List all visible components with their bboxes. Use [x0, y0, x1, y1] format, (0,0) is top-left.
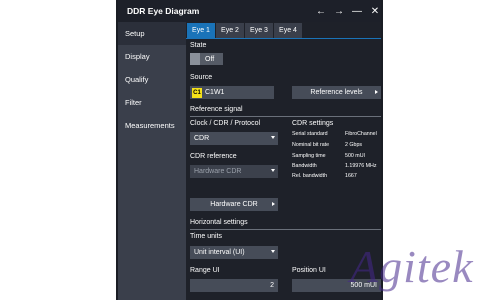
horizontal-settings-heading: Horizontal settings	[190, 219, 248, 226]
hardware-cdr-button[interactable]: Hardware CDR	[190, 198, 278, 211]
range-ui-label: Range UI	[190, 267, 220, 274]
sidebar-item-qualify[interactable]: Qualify	[118, 68, 186, 91]
cdr-reference-value: Hardware CDR	[194, 168, 242, 175]
time-units-value: Unit interval (UI)	[194, 249, 245, 256]
source-select[interactable]: C1 C1W1	[190, 86, 274, 99]
sidebar-item-filter[interactable]: Filter	[118, 91, 186, 114]
divider	[190, 116, 381, 117]
clock-value: CDR	[194, 135, 210, 142]
ddr-eye-diagram-dialog: DDR Eye Diagram ← → — ✕ Setup Display Qu…	[116, 0, 383, 300]
cdr-key: Serial standard	[292, 131, 328, 137]
cdr-value: 500 mUI	[345, 153, 366, 159]
clock-label: Clock / CDR / Protocol	[190, 120, 261, 127]
channel-chip: C1	[192, 87, 202, 98]
state-label: State	[190, 42, 207, 49]
chevron-down-icon	[271, 169, 275, 172]
eye-tabs: Eye 1 Eye 2 Eye 3 Eye 4	[187, 23, 381, 38]
cdr-value: 1667	[345, 173, 357, 179]
forward-arrow-icon[interactable]: →	[331, 3, 347, 19]
minimize-icon[interactable]: —	[349, 3, 365, 19]
sidebar-item-label: Measurements	[125, 121, 175, 130]
sidebar-item-label: Filter	[125, 98, 142, 107]
toggle-knob	[190, 53, 200, 65]
clock-select[interactable]: CDR	[190, 132, 278, 145]
sidebar: Setup Display Qualify Filter Measurement…	[118, 22, 186, 300]
cdr-reference-label: CDR reference	[190, 153, 237, 160]
source-value: C1W1	[205, 89, 225, 96]
sidebar-item-setup[interactable]: Setup	[118, 22, 186, 45]
sidebar-item-measurements[interactable]: Measurements	[118, 114, 186, 137]
sidebar-item-label: Qualify	[125, 75, 149, 84]
tab-eye-3[interactable]: Eye 3	[245, 23, 273, 38]
time-units-label: Time units	[190, 233, 223, 240]
reference-levels-label: Reference levels	[310, 89, 363, 96]
state-toggle[interactable]: Off	[190, 53, 223, 65]
tab-eye-2[interactable]: Eye 2	[216, 23, 244, 38]
cdr-key: Bandwidth	[292, 163, 317, 169]
agitek-watermark: Agitek	[350, 241, 474, 292]
toggle-value: Off	[205, 55, 215, 63]
time-units-select[interactable]: Unit interval (UI)	[190, 246, 278, 259]
back-arrow-icon[interactable]: ←	[313, 3, 329, 19]
tab-eye-4[interactable]: Eye 4	[274, 23, 302, 38]
reference-signal-heading: Reference signal	[190, 106, 243, 113]
hardware-cdr-label: Hardware CDR	[210, 201, 258, 208]
sidebar-item-display[interactable]: Display	[118, 45, 186, 68]
sidebar-item-label: Display	[125, 52, 150, 61]
chevron-right-icon	[375, 90, 378, 94]
source-label: Source	[190, 74, 213, 81]
reference-levels-button[interactable]: Reference levels	[292, 86, 381, 99]
cdr-key: Rel. bandwidth	[292, 173, 328, 179]
chevron-down-icon	[271, 136, 275, 139]
cdr-reference-select[interactable]: Hardware CDR	[190, 165, 278, 178]
cdr-value: 1.19976 MHz	[345, 163, 377, 169]
tab-underline	[186, 38, 381, 39]
cdr-key: Nominal bit rate	[292, 142, 330, 148]
range-ui-input[interactable]: 2	[190, 279, 278, 292]
dialog-title: DDR Eye Diagram	[127, 6, 200, 16]
title-bar: DDR Eye Diagram ← → — ✕	[118, 0, 381, 22]
close-icon[interactable]: ✕	[367, 3, 381, 19]
cdr-value: 2 Gbps	[345, 142, 363, 148]
tab-eye-1[interactable]: Eye 1	[187, 23, 215, 38]
sidebar-item-label: Setup	[125, 29, 145, 38]
position-ui-label: Position UI	[292, 267, 326, 274]
divider	[190, 229, 381, 230]
cdr-value: FibroChannel	[345, 131, 377, 137]
cdr-settings-heading: CDR settings	[292, 120, 334, 127]
chevron-right-icon	[272, 202, 275, 206]
chevron-down-icon	[271, 250, 275, 253]
cdr-key: Sampling time	[292, 153, 326, 159]
